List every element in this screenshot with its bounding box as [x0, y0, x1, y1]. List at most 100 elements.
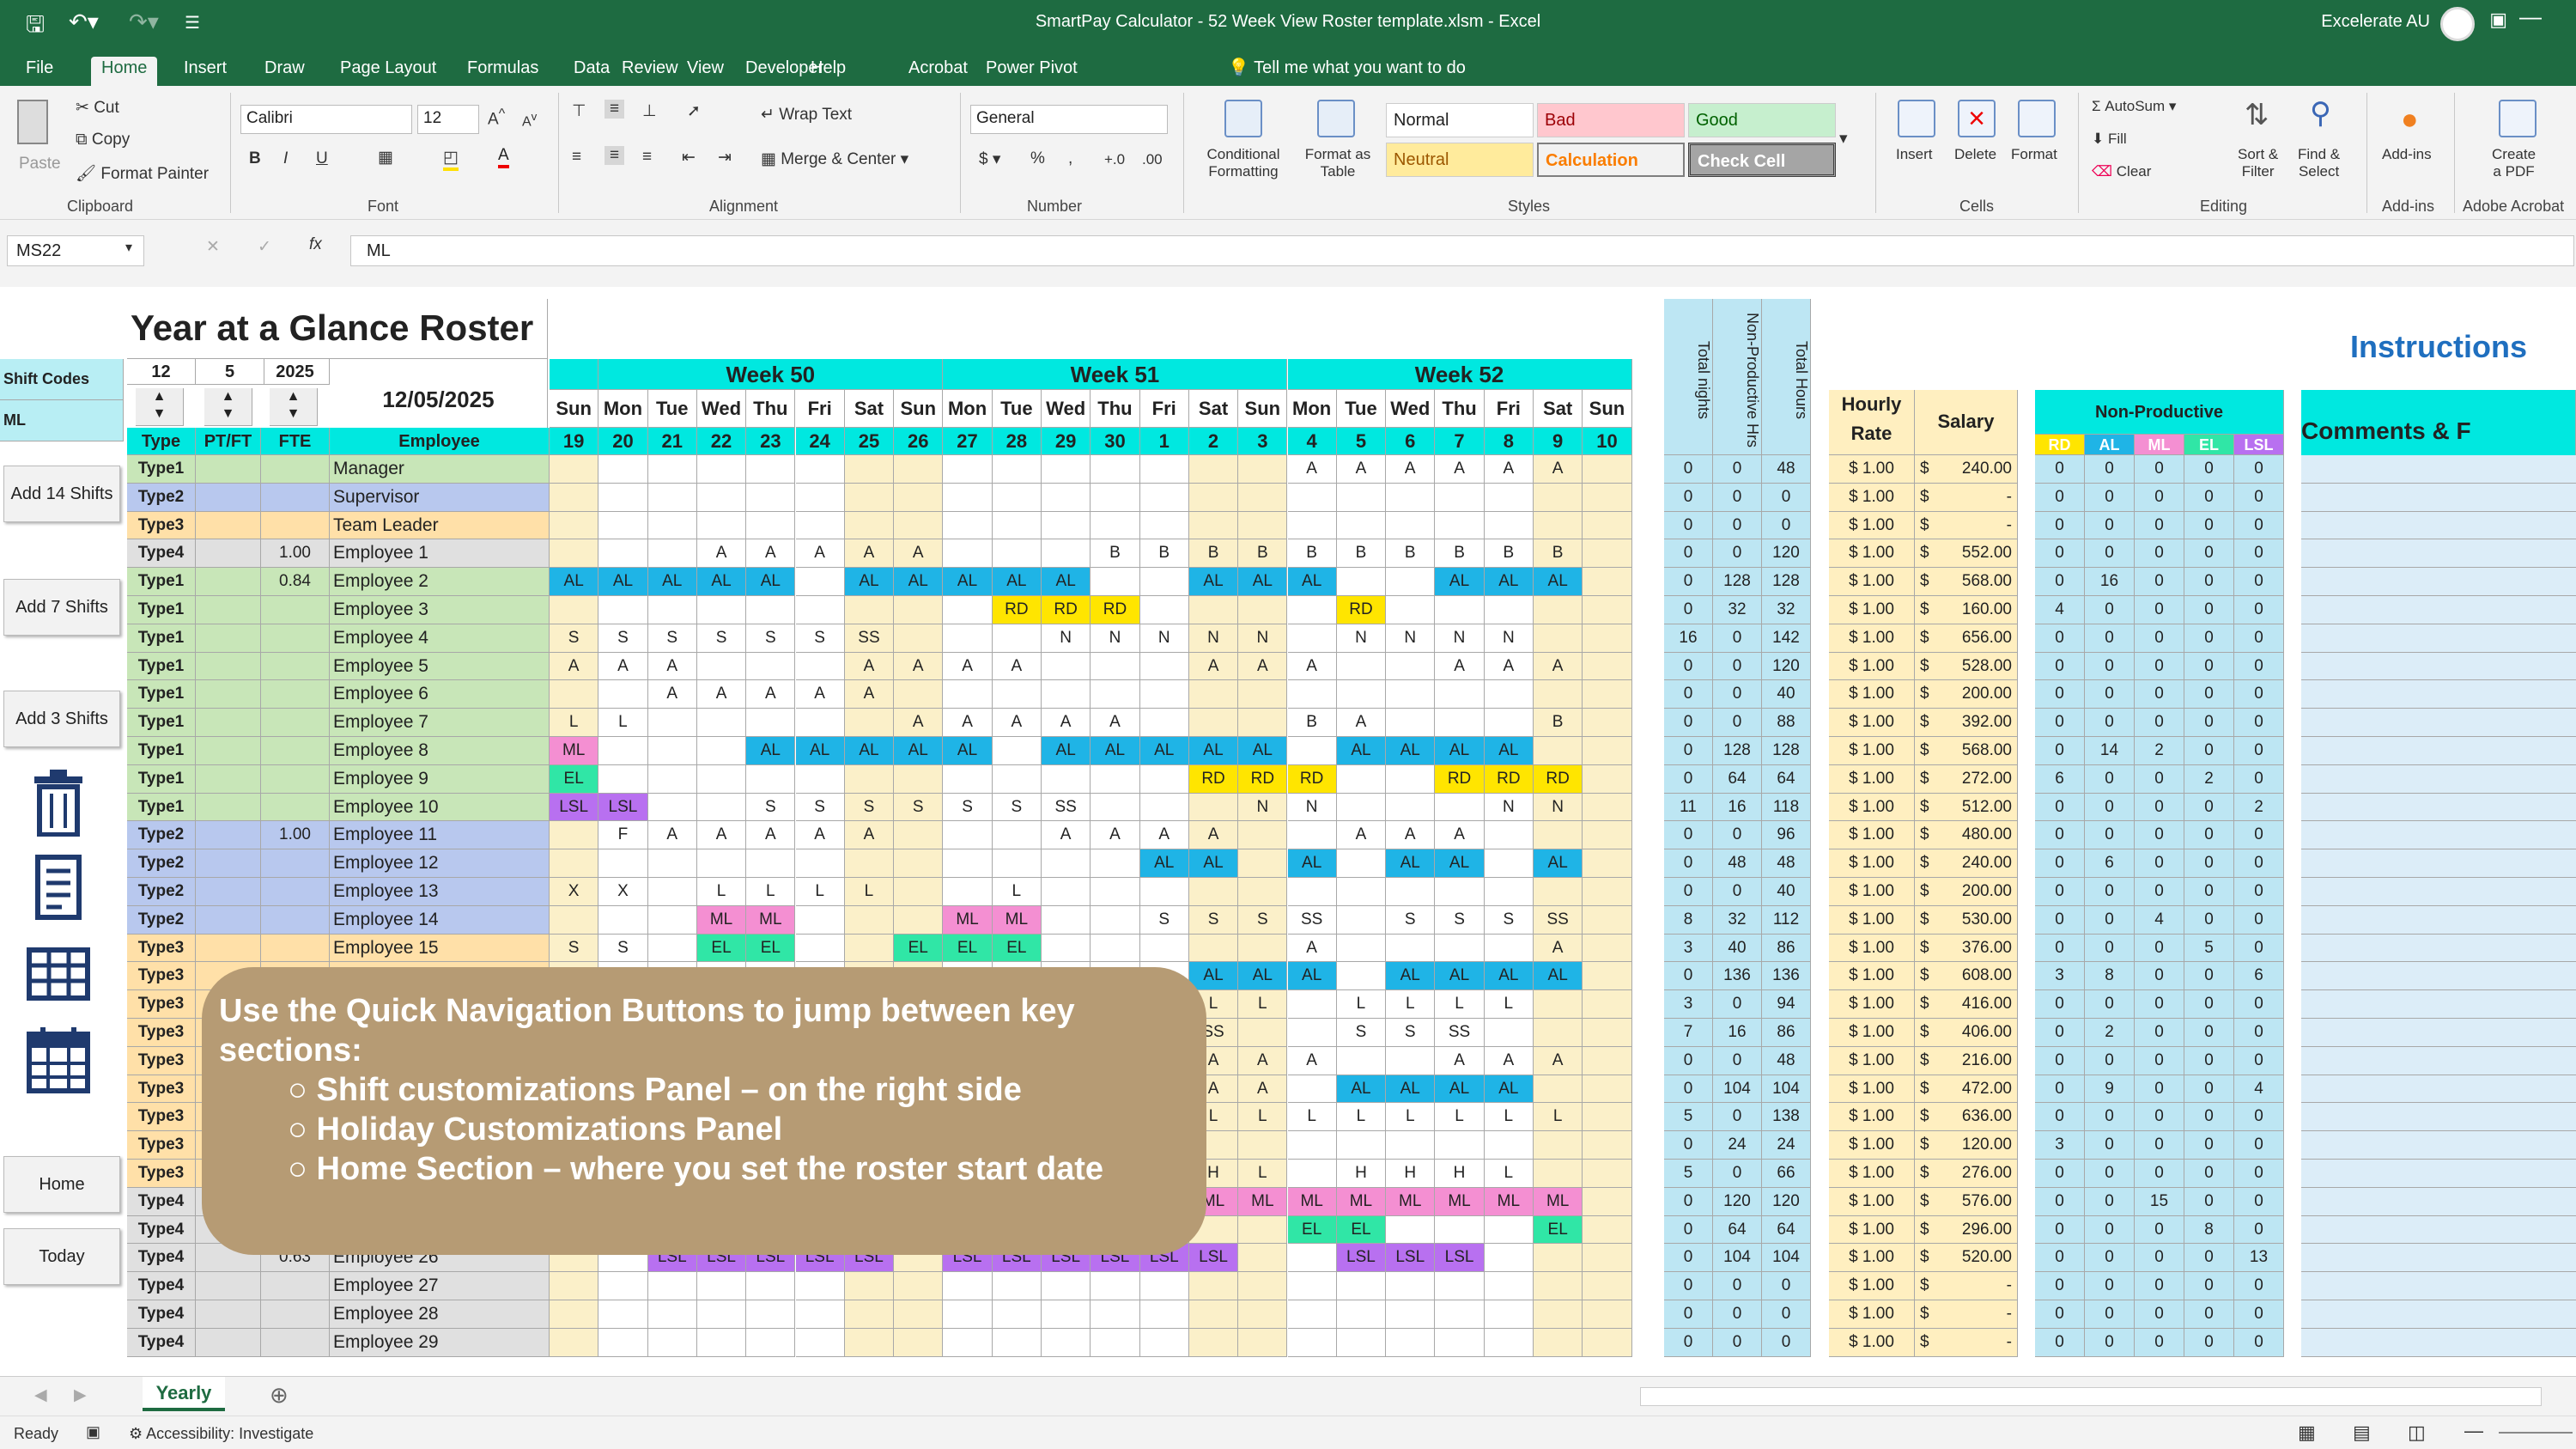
shift-cell[interactable] — [647, 511, 697, 540]
shift-cell[interactable] — [943, 596, 993, 624]
np-cell[interactable]: 0 — [2085, 709, 2135, 737]
hourly-rate-header[interactable]: Hourly Rate — [1829, 390, 1915, 455]
shift-cell[interactable]: AL — [1386, 737, 1436, 765]
row-ptft[interactable] — [196, 878, 261, 906]
shift-cell[interactable] — [992, 1300, 1042, 1329]
align-middle-icon[interactable]: ≡ — [605, 100, 625, 119]
day-number[interactable]: 24 — [795, 428, 845, 455]
hourly-rate-cell[interactable]: $ 1.00 — [1829, 990, 1915, 1019]
shift-cell[interactable] — [1435, 511, 1485, 540]
np-cell[interactable]: 0 — [2085, 1244, 2135, 1273]
shift-cell[interactable] — [1484, 483, 1534, 512]
shift-cell[interactable] — [844, 764, 895, 794]
shift-cell[interactable] — [1386, 934, 1436, 963]
shift-cell[interactable] — [1534, 1075, 1583, 1104]
shift-cell[interactable]: SS — [844, 624, 895, 653]
np-cell[interactable]: 5 — [2184, 934, 2234, 963]
row-ptft[interactable] — [196, 652, 261, 681]
shift-cell[interactable] — [746, 511, 796, 540]
np-cell[interactable]: 0 — [2184, 680, 2234, 709]
non-productive-header[interactable]: Non-Productive — [2035, 390, 2284, 435]
shift-cell[interactable] — [1139, 455, 1189, 484]
comment-cell[interactable] — [2301, 1244, 2576, 1273]
salary-cell[interactable]: $160.00 — [1915, 596, 2018, 624]
shift-cell[interactable]: AL — [1336, 1075, 1387, 1104]
salary-cell[interactable]: $376.00 — [1915, 934, 2018, 963]
shift-cell[interactable] — [943, 455, 993, 484]
shift-cell[interactable] — [1188, 680, 1239, 709]
day-name[interactable]: Sun — [550, 390, 599, 428]
shift-cell[interactable] — [746, 849, 796, 878]
stat-cell[interactable]: 0 — [1762, 1328, 1811, 1357]
shift-cell[interactable]: AL — [1336, 737, 1387, 765]
shift-cell[interactable] — [1484, 1272, 1534, 1300]
shift-cell[interactable] — [1583, 821, 1632, 850]
comment-cell[interactable] — [2301, 1075, 2576, 1104]
shift-cell[interactable] — [1583, 1019, 1632, 1047]
row-employee[interactable]: Employee 28 — [330, 1300, 550, 1329]
np-cell[interactable]: 0 — [2234, 680, 2284, 709]
day-name[interactable]: Wed — [1042, 390, 1091, 428]
shift-cell[interactable]: AL — [1435, 737, 1485, 765]
stat-cell[interactable]: 104 — [1713, 1244, 1762, 1273]
menu-view[interactable]: View — [677, 57, 734, 86]
np-cell[interactable]: 0 — [2135, 511, 2184, 540]
shift-cell[interactable]: A — [696, 821, 747, 850]
shift-cell[interactable] — [1583, 568, 1632, 596]
stat-cell[interactable]: 120 — [1762, 539, 1811, 569]
shift-cell[interactable] — [1534, 1160, 1583, 1188]
shift-cell[interactable] — [598, 849, 648, 878]
zoom-slider[interactable] — [2499, 1432, 2573, 1434]
day-number[interactable]: 6 — [1386, 428, 1436, 455]
shift-cell[interactable]: B — [1188, 539, 1239, 569]
row-type[interactable]: Type3 — [127, 1103, 196, 1132]
menu-insert[interactable]: Insert — [173, 57, 237, 86]
shift-cell[interactable] — [1534, 737, 1583, 765]
comment-cell[interactable] — [2301, 905, 2576, 935]
week-header-spacer[interactable] — [550, 359, 599, 390]
shift-cell[interactable]: F — [598, 821, 648, 850]
shift-cell[interactable]: RD — [1484, 764, 1534, 794]
fte-header[interactable]: FTE — [261, 428, 330, 455]
row-fte[interactable] — [261, 455, 330, 484]
comment-cell[interactable] — [2301, 1300, 2576, 1329]
shift-cell[interactable] — [1484, 1244, 1534, 1273]
shift-cell[interactable] — [894, 1328, 944, 1357]
shift-cell[interactable] — [1484, 596, 1534, 624]
shift-cell[interactable] — [1583, 652, 1632, 681]
np-cell[interactable]: 0 — [2184, 1187, 2234, 1216]
shift-cell[interactable] — [550, 596, 599, 624]
hourly-rate-cell[interactable]: $ 1.00 — [1829, 455, 1915, 484]
align-top-icon[interactable]: ⊤ — [572, 101, 586, 121]
np-cell[interactable]: 0 — [2234, 539, 2284, 569]
shift-cell[interactable] — [1238, 1272, 1288, 1300]
shift-cell[interactable] — [844, 483, 895, 512]
stat-cell[interactable]: 40 — [1762, 680, 1811, 709]
shift-cell[interactable] — [1484, 709, 1534, 737]
hourly-rate-cell[interactable]: $ 1.00 — [1829, 1328, 1915, 1357]
comment-cell[interactable] — [2301, 680, 2576, 709]
shift-cell[interactable] — [647, 1272, 697, 1300]
np-cell[interactable]: 0 — [2184, 539, 2234, 569]
shift-cell[interactable] — [1287, 1160, 1337, 1188]
stat-cell[interactable]: 0 — [1664, 1187, 1713, 1216]
conditional-formatting-icon[interactable] — [1224, 100, 1262, 137]
shift-cell[interactable] — [1042, 764, 1091, 794]
shift-cell[interactable] — [1534, 1328, 1583, 1357]
shift-cell[interactable] — [1435, 709, 1485, 737]
shift-cell[interactable]: S — [795, 793, 845, 822]
shift-cell[interactable] — [598, 1272, 648, 1300]
shift-cell[interactable]: AL — [1386, 962, 1436, 991]
row-type[interactable]: Type1 — [127, 455, 196, 484]
row-fte[interactable]: 1.00 — [261, 539, 330, 569]
np-cell[interactable]: 0 — [2035, 1160, 2085, 1188]
shift-cell[interactable]: N — [1336, 624, 1387, 653]
shift-cell[interactable] — [1238, 1215, 1288, 1245]
shift-cell[interactable]: A — [1042, 709, 1091, 737]
shift-cell[interactable] — [1336, 1272, 1387, 1300]
np-cell[interactable]: 0 — [2234, 1187, 2284, 1216]
shift-cell[interactable]: B — [1287, 709, 1337, 737]
fx-icon[interactable]: fx — [309, 235, 322, 254]
shift-cell[interactable] — [1534, 596, 1583, 624]
row-ptft[interactable] — [196, 764, 261, 794]
